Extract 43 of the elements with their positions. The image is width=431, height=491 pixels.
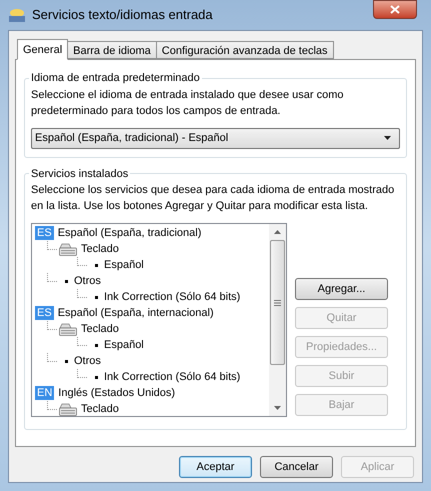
language-dropdown[interactable]: Español (España, tradicional) - Español [31,128,400,148]
group-title: Idioma de entrada predeterminado [30,71,201,86]
tree-item-label[interactable]: Ink Correction (Sólo 64 bits) [104,288,240,306]
dropdown-arrow-icon [384,136,391,140]
bullet-icon [95,296,98,298]
tree-item-label[interactable]: Español (España, internacional) [58,304,214,322]
tree-item-label[interactable]: Español [104,336,144,354]
bullet-icon [95,344,98,346]
bullet-icon [95,376,98,378]
scroll-up-icon[interactable] [274,230,281,234]
grip-icon [274,300,281,306]
tab[interactable]: Configuración avanzada de teclas [156,41,334,59]
tree-item-label[interactable]: Teclado [81,240,119,258]
window-title: Servicios texto/idiomas entrada [32,6,213,24]
tree-item-label[interactable]: Inglés (Estados Unidos) [58,384,176,402]
bullet-icon [65,280,68,282]
bullet-icon [65,360,68,362]
close-icon [390,5,400,14]
scrollbar[interactable] [269,224,286,416]
dialog-button[interactable]: Cancelar [260,456,333,478]
tab[interactable]: General [17,39,68,60]
language-badge: ES [35,226,54,240]
tab[interactable]: Barra de idioma [67,41,157,59]
group-title: Servicios instalados [30,166,130,182]
action-button[interactable]: Agregar... [295,278,388,300]
tree-item-label[interactable]: Español (España, tradicional) [58,224,202,242]
bullet-icon [95,264,98,266]
scrollbar-thumb[interactable] [270,240,285,365]
keyboard-icon [59,322,77,336]
tree-item-label[interactable]: Otros [74,272,101,290]
keyboard-icon [59,242,77,256]
dialog-button[interactable]: Aceptar [179,456,252,478]
tree-item-label[interactable]: Español [104,256,144,274]
group-description: Seleccione los servicios que desea para cada idioma de entrada mostrado en la lista. Use los botones Agregar y Quitar para modificar esta lista. [31,183,396,214]
language-badge: EN [35,386,54,400]
group-description: Seleccione el idioma de entrada instalado que desee usar como predeterminado para todos los campos de entrada. [31,88,344,118]
tree-item-label[interactable]: Teclado [81,400,119,416]
language-badge: ES [35,306,54,320]
scroll-down-icon[interactable] [274,406,281,410]
close-button[interactable] [373,0,417,19]
tree-item-label[interactable]: Ink Correction (Sólo 64 bits) [104,368,240,386]
tree-item-label[interactable]: Teclado [81,320,119,338]
tree-item-label[interactable]: Otros [74,352,101,370]
